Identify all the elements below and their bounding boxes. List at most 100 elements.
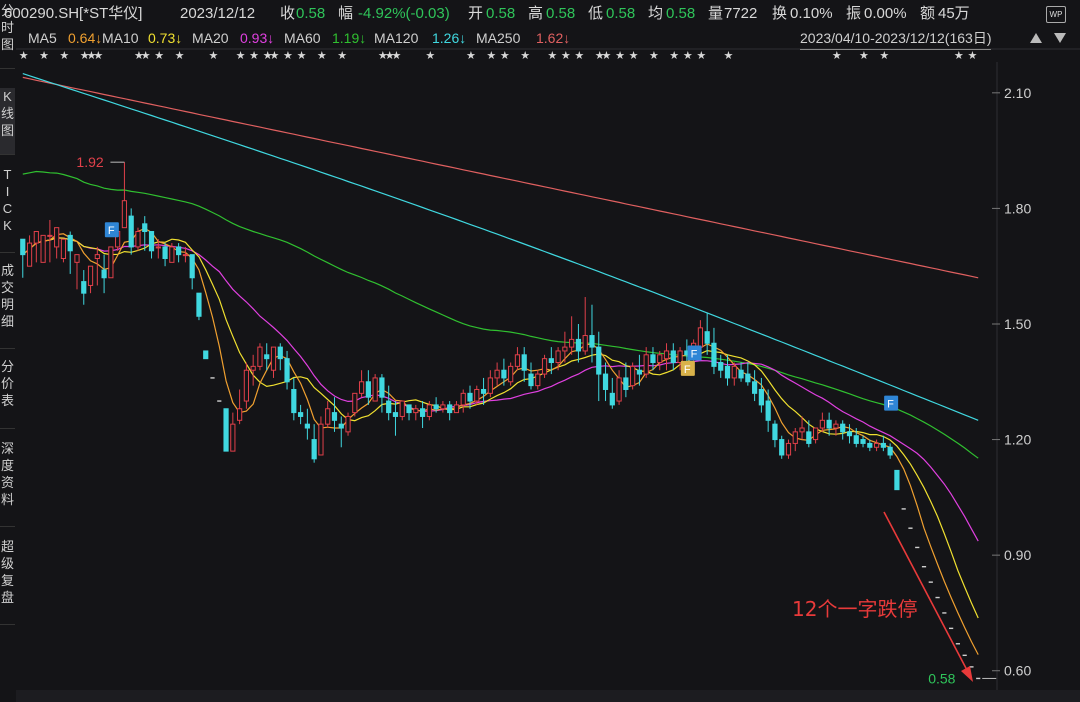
candle-body xyxy=(731,365,737,379)
range-down-arrow-icon[interactable] xyxy=(1054,33,1066,43)
ma120-label: MA120 xyxy=(374,30,419,46)
f-marker-letter: F xyxy=(684,364,691,376)
ma20-label: MA20 xyxy=(192,30,229,46)
candle-body xyxy=(738,369,744,379)
candle-body xyxy=(94,254,100,259)
tab-replay[interactable]: 超级复盘 xyxy=(0,538,15,625)
candle-body xyxy=(142,223,148,233)
candle-body xyxy=(379,377,385,398)
candle-body xyxy=(616,377,622,402)
event-star-icon: ★ xyxy=(93,49,103,62)
chart-background xyxy=(0,0,1080,702)
window-mode-icon[interactable]: WP xyxy=(1046,6,1066,23)
candle-body xyxy=(785,442,792,456)
candle-body xyxy=(121,200,128,229)
candle-body xyxy=(508,365,514,383)
candle-body xyxy=(26,242,33,267)
ma10-value: 0.73↓ xyxy=(148,30,183,46)
candle-body xyxy=(291,388,297,414)
candle-body xyxy=(752,381,758,394)
date-range-selector[interactable]: 2023/04/10-2023/12/12(163日) xyxy=(800,27,992,50)
candle-body xyxy=(840,423,846,433)
candle-body xyxy=(718,362,724,371)
candle-body xyxy=(243,369,249,402)
candle-body xyxy=(440,404,446,410)
bottom-scroll-strip[interactable] xyxy=(16,690,1080,702)
event-star-icon: ★ xyxy=(602,49,612,62)
ma120-value: 1.26↓ xyxy=(432,30,467,46)
candle-body xyxy=(101,269,107,279)
candle-body xyxy=(711,342,717,367)
tab-price-table[interactable]: 分价表 xyxy=(0,358,15,429)
event-star-icon: ★ xyxy=(859,49,869,62)
candle-body xyxy=(264,354,270,360)
candle-body xyxy=(697,327,703,348)
tab-deep-data[interactable]: 深度资料 xyxy=(0,440,15,527)
event-star-icon: ★ xyxy=(500,49,510,62)
ma10-label: MA10 xyxy=(102,30,139,46)
range-arrows[interactable] xyxy=(1030,32,1074,44)
candle-body xyxy=(87,265,94,286)
candle-body xyxy=(514,354,521,367)
candle-body xyxy=(399,400,405,417)
quote-date: 2023/12/12 xyxy=(180,5,256,22)
tab-fenshi[interactable]: 分时图 xyxy=(0,2,15,69)
tab-deal-detail[interactable]: 成交明细 xyxy=(0,262,15,349)
candle-body xyxy=(792,431,798,444)
candle-body xyxy=(40,234,46,263)
tab-kline[interactable]: K线图 xyxy=(0,88,15,155)
candle-body xyxy=(623,377,629,390)
quote-header: 600290.SH[*ST华仪] 2023/12/12 收 0.58 幅 -4.… xyxy=(0,0,1080,28)
candle-body xyxy=(169,246,175,263)
price-tick-label: 1.80 xyxy=(1004,200,1031,216)
event-star-icon: ★ xyxy=(59,49,69,62)
left-sidebar: 分时图 K线图 TICK 成交明细 分价表 深度资料 超级复盘 xyxy=(0,0,16,702)
high-label: 高 xyxy=(528,5,544,22)
candle-body xyxy=(745,373,751,383)
annotation-note: 12个一字跌停 xyxy=(792,597,917,621)
candle-body xyxy=(257,346,263,367)
event-star-icon: ★ xyxy=(337,49,347,62)
volume-label: 量 xyxy=(708,5,724,22)
candle-body xyxy=(352,392,358,414)
range-up-arrow-icon[interactable] xyxy=(1030,33,1042,43)
candle-body xyxy=(203,350,209,360)
candle-body xyxy=(162,246,168,259)
candle-body xyxy=(155,246,161,249)
event-star-icon: ★ xyxy=(547,49,557,62)
event-star-icon: ★ xyxy=(954,49,964,62)
event-star-icon: ★ xyxy=(724,49,734,62)
candle-body xyxy=(867,442,873,448)
candle-body xyxy=(426,404,432,417)
ma20-value: 0.93↓ xyxy=(240,30,275,46)
candle-body xyxy=(650,354,656,364)
candle-body xyxy=(555,350,561,364)
candle-body xyxy=(636,369,643,375)
kline-chart[interactable]: ★ ★ ★ ★★★ ★★ ★ ★ ★ ★ ★ ★★ ★ ★ ★ ★ ★★★ ★ ★ ★ ★ ★ ★ ★ ★ ★★ ★ ★ ★ ★ ★ ★ ★ ★… xyxy=(0,0,1080,702)
event-star-icon: ★ xyxy=(696,49,706,62)
f-marker-letter: F xyxy=(887,399,894,411)
candle-body xyxy=(575,338,582,352)
event-star-icon: ★ xyxy=(154,49,164,62)
tab-tick[interactable]: TICK xyxy=(0,166,15,253)
candle-body xyxy=(609,392,615,406)
candle-body xyxy=(494,369,500,379)
candle-body xyxy=(846,431,853,437)
ma250-label: MA250 xyxy=(476,30,521,46)
candle-body xyxy=(643,354,649,375)
candle-body xyxy=(657,354,663,364)
candle-body xyxy=(148,231,155,252)
candle-body xyxy=(284,358,290,383)
f-marker-letter: F xyxy=(108,225,115,237)
candle-body xyxy=(487,377,493,394)
price-tick-label: 1.50 xyxy=(1004,316,1031,332)
low-value: 0.58 xyxy=(606,5,636,22)
candle-body xyxy=(501,369,507,379)
event-star-icon: ★ xyxy=(19,49,29,62)
candle-body xyxy=(419,408,426,417)
candle-body xyxy=(325,408,331,425)
candle-body xyxy=(189,254,195,279)
candle-body xyxy=(589,335,595,348)
candle-body xyxy=(880,442,886,448)
event-star-icon: ★ xyxy=(486,49,496,62)
